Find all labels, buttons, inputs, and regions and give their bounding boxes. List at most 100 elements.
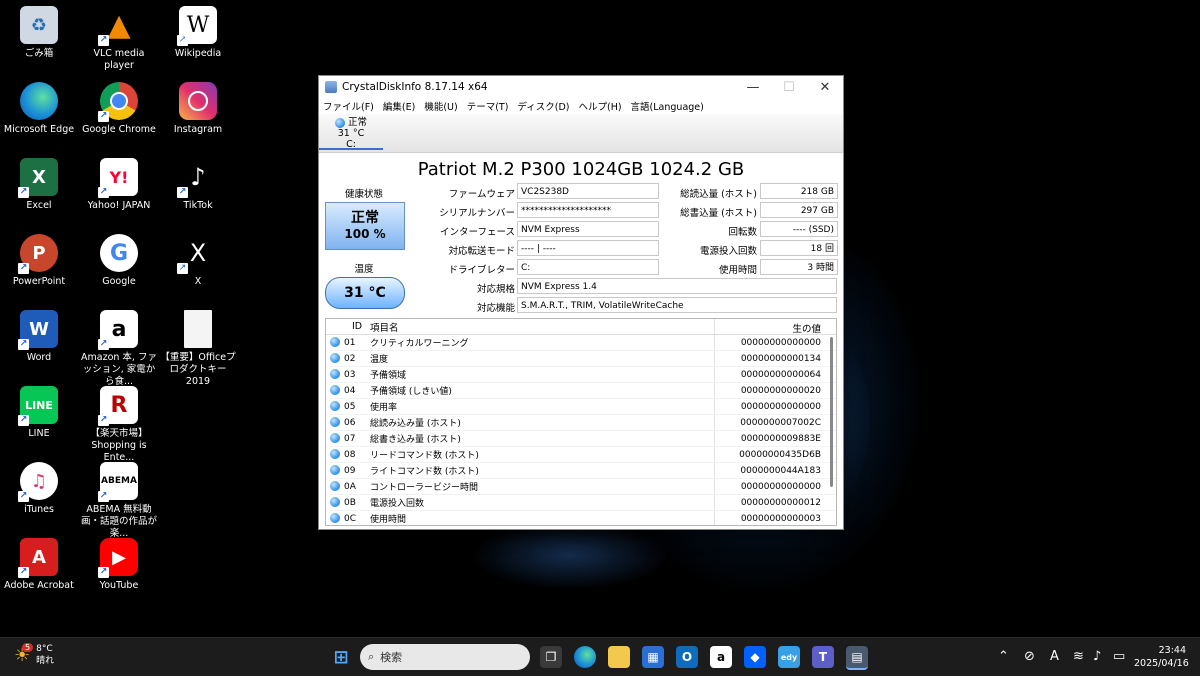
desktop-icon-chrome[interactable]: ↗ Google Chrome <box>80 82 158 136</box>
table-row[interactable]: 0C 使用時間 00000000000003 <box>326 511 836 525</box>
row-raw: 0000000009883E <box>740 433 821 444</box>
drive-letter-label: ドライブレター <box>448 265 515 276</box>
row-id: 03 <box>344 369 356 380</box>
desktop-icon-instagram[interactable]: Instagram <box>159 82 237 136</box>
wifi-icon[interactable]: ≋ <box>1073 649 1084 664</box>
table-row[interactable]: 07 総書き込み量 (ホスト) 0000000009883E <box>326 431 836 447</box>
table-row[interactable]: 01 クリティカルワーニング 00000000000000 <box>326 335 836 351</box>
desktop-icon-excel[interactable]: X ↗ Excel <box>0 158 78 212</box>
menu-function[interactable]: 機能(U) <box>424 99 457 113</box>
shortcut-arrow-icon: ↗ <box>98 111 109 122</box>
amazon-icon: a ↗ <box>98 310 138 350</box>
disk-tab-c[interactable]: 正常 31 °C C: <box>319 114 383 150</box>
firmware-label: ファームウェア <box>448 189 515 200</box>
status-dot-icon <box>330 353 340 364</box>
table-row[interactable]: 03 予備領域 00000000000064 <box>326 367 836 383</box>
network-status-icon[interactable]: ⊘ <box>1024 649 1035 664</box>
table-scrollbar[interactable] <box>830 337 833 487</box>
show-hidden-icons-icon[interactable]: ⌃ <box>998 649 1009 664</box>
desktop-icon-tiktok[interactable]: ♪ ↗ TikTok <box>159 158 237 212</box>
desktop-icon-rakuten[interactable]: R ↗ 【楽天市場】Shopping is Ente... <box>80 386 158 464</box>
desktop-icon-amazon[interactable]: a ↗ Amazon 本, ファッション, 家電から食... <box>80 310 158 388</box>
status-dot-icon <box>330 497 340 508</box>
desktop-icon-x[interactable]: X ↗ X <box>159 234 237 288</box>
menu-disk[interactable]: ディスク(D) <box>517 99 569 113</box>
desktop-icon-yahoo[interactable]: Y! ↗ Yahoo! JAPAN <box>80 158 158 212</box>
table-row[interactable]: 02 温度 00000000000134 <box>326 351 836 367</box>
taskbar-amazon-icon[interactable]: a <box>710 646 732 668</box>
volume-icon[interactable]: ♪ <box>1093 649 1101 664</box>
row-id: 07 <box>344 433 356 444</box>
desktop-icon-youtube[interactable]: ▶ ↗ YouTube <box>80 538 158 592</box>
weather-badge: 5 <box>22 642 34 652</box>
row-id: 06 <box>344 417 356 428</box>
col-id-header[interactable]: ID <box>344 319 370 334</box>
shortcut-arrow-icon: ↗ <box>98 339 109 350</box>
ime-indicator[interactable]: A <box>1050 649 1059 664</box>
weather-widget[interactable]: ☀ 5 8°C 晴れ <box>14 642 54 667</box>
desktop-icon-powerpoint[interactable]: P ↗ PowerPoint <box>0 234 78 288</box>
dropbox-icon[interactable]: ◆ <box>744 646 766 668</box>
menu-edit[interactable]: 編集(E) <box>383 99 415 113</box>
desktop-icon-office-key[interactable]: 【重要】Officeプロダクトキー2019 <box>159 310 237 388</box>
icon-label: 【楽天市場】Shopping is Ente... <box>90 428 148 463</box>
health-percent: 100 % <box>344 227 386 241</box>
desktop-icon-google[interactable]: G Google <box>80 234 158 288</box>
edy-icon[interactable]: edy <box>778 646 800 668</box>
serial-value: ******************** <box>517 202 659 218</box>
menu-language[interactable]: 言語(Language) <box>631 99 704 113</box>
maximize-button[interactable]: ☐ <box>771 80 807 95</box>
row-raw: 00000000000000 <box>740 401 821 412</box>
desktop-icon-itunes[interactable]: ♫ ↗ iTunes <box>0 462 78 516</box>
close-button[interactable]: ✕ <box>807 80 843 95</box>
desktop-icon-wikipedia[interactable]: W ↗ Wikipedia <box>159 6 237 60</box>
menu-theme[interactable]: テーマ(T) <box>467 99 509 113</box>
desktop-icon-abema[interactable]: ABEMA ↗ ABEMA 無料動画・話題の作品が楽... <box>80 462 158 540</box>
table-row[interactable]: 06 総読み込み量 (ホスト) 0000000007002C <box>326 415 836 431</box>
status-dot-icon <box>330 481 340 492</box>
row-raw: 00000000000020 <box>740 385 821 396</box>
table-row[interactable]: 0B 電源投入回数 00000000000012 <box>326 495 836 511</box>
desktop-icon-line[interactable]: LINE ↗ LINE <box>0 386 78 440</box>
icon-label: 【重要】Officeプロダクトキー2019 <box>160 352 236 387</box>
file-explorer-icon[interactable] <box>608 646 630 668</box>
window-title: CrystalDiskInfo 8.17.14 x64 <box>342 81 488 93</box>
menu-file[interactable]: ファイル(F) <box>323 99 374 113</box>
teams-icon[interactable]: T <box>812 646 834 668</box>
desktop-icon-recycle-bin[interactable]: ♻ ごみ箱 <box>0 6 78 60</box>
search-box[interactable]: ⌕ 検索 <box>360 644 530 670</box>
menu-help[interactable]: ヘルプ(H) <box>578 99 621 113</box>
desktop-icon-edge[interactable]: Microsoft Edge <box>0 82 78 136</box>
taskbar-edge-icon[interactable] <box>574 646 596 668</box>
table-row[interactable]: 09 ライトコマンド数 (ホスト) 0000000044A183 <box>326 463 836 479</box>
col-raw-header[interactable]: 生の値 <box>715 319 821 335</box>
shortcut-arrow-icon: ↗ <box>98 415 109 426</box>
outlook-icon[interactable]: O <box>676 646 698 668</box>
icon-label: Adobe Acrobat <box>4 580 74 591</box>
row-raw: 00000000000134 <box>740 353 821 364</box>
table-row[interactable]: 0A コントローラービジー時間 00000000000000 <box>326 479 836 495</box>
recycle-bin-icon: ♻ <box>20 6 58 44</box>
store-icon[interactable]: ▦ <box>642 646 664 668</box>
title-bar[interactable]: CrystalDiskInfo 8.17.14 x64 — ☐ ✕ <box>319 76 843 98</box>
desktop-icon-vlc[interactable]: ▲ ↗ VLC media player <box>80 6 158 72</box>
desktop-icon-word[interactable]: W ↗ Word <box>0 310 78 364</box>
task-view-icon[interactable]: ❐ <box>540 646 562 668</box>
rakuten-icon: R ↗ <box>98 386 138 426</box>
battery-icon[interactable]: ▭ <box>1113 649 1125 664</box>
taskbar-crystaldiskinfo-icon[interactable]: ▤ <box>846 646 868 670</box>
table-row[interactable]: 04 予備領域 (しきい値) 00000000000020 <box>326 383 836 399</box>
features-value: S.M.A.R.T., TRIM, VolatileWriteCache <box>517 297 837 313</box>
menu-bar: ファイル(F) 編集(E) 機能(U) テーマ(T) ディスク(D) ヘルプ(H… <box>319 98 843 114</box>
clock[interactable]: 23:44 2025/04/16 <box>1134 644 1189 670</box>
smart-table[interactable]: ID 項目名 生の値 01 クリティカルワーニング 00000000000000 02… <box>325 318 837 526</box>
status-dot-icon <box>330 337 340 348</box>
desktop-icon-acrobat[interactable]: A ↗ Adobe Acrobat <box>0 538 78 592</box>
table-row[interactable]: 05 使用率 00000000000000 <box>326 399 836 415</box>
start-button[interactable]: ⊞ <box>330 646 352 668</box>
col-name-header[interactable]: 項目名 <box>370 319 715 334</box>
icon-label: YouTube <box>99 580 139 591</box>
minimize-button[interactable]: — <box>735 80 771 95</box>
icon-label: ABEMA 無料動画・話題の作品が楽... <box>80 504 157 539</box>
table-row[interactable]: 08 リードコマンド数 (ホスト) 00000000435D6B <box>326 447 836 463</box>
